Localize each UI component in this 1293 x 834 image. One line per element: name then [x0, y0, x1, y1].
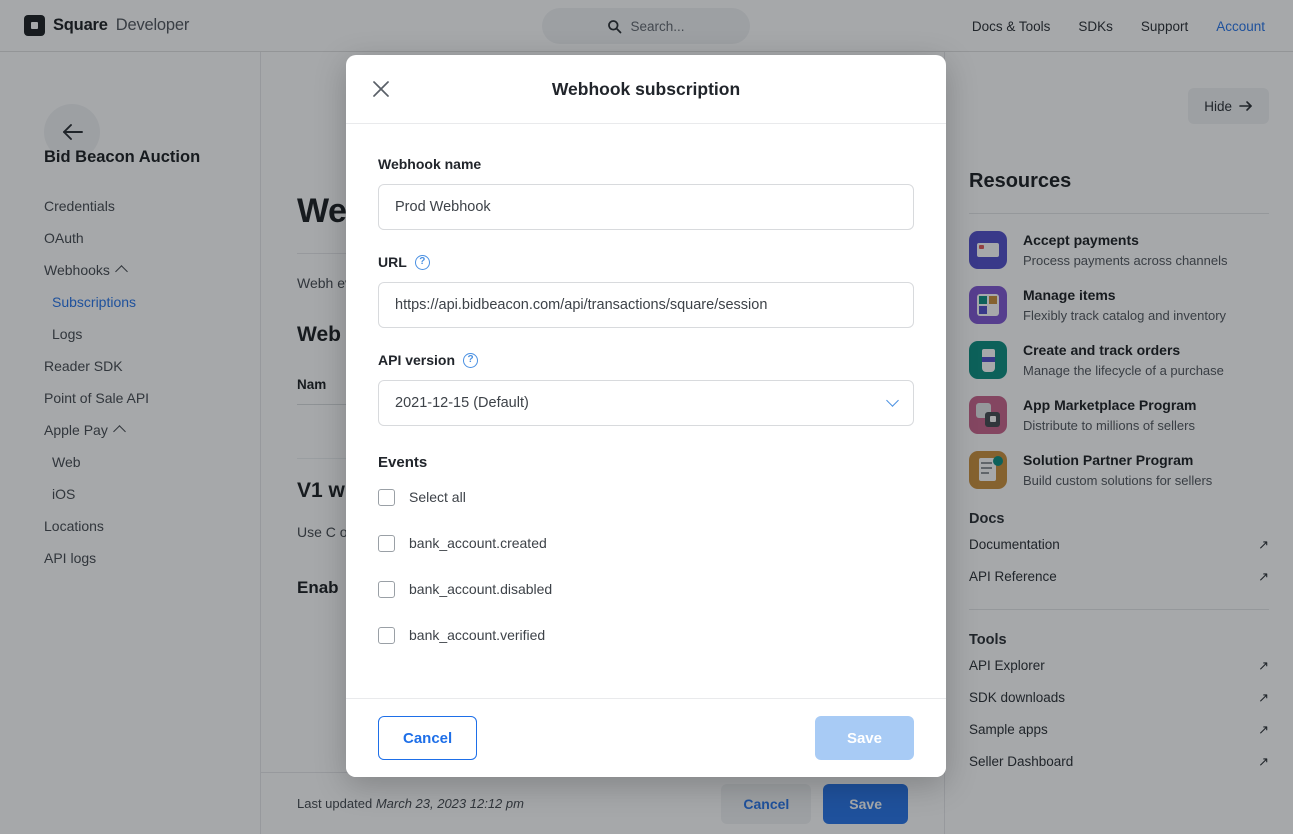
close-button[interactable] [368, 76, 394, 102]
dialog-cancel-button[interactable]: Cancel [378, 716, 478, 760]
checkbox-icon[interactable] [378, 580, 395, 598]
help-circle-icon[interactable]: ? [463, 352, 479, 368]
event-select-all[interactable]: Select all [378, 477, 914, 517]
api-version-label: API version ? [378, 352, 914, 368]
dialog-header: Webhook subscription [346, 55, 946, 124]
url-input[interactable]: https://api.bidbeacon.com/api/transactio… [378, 282, 914, 328]
event-label: bank_account.created [409, 535, 547, 551]
event-bank-account-created[interactable]: bank_account.created [378, 523, 914, 563]
dialog-footer: Cancel Save [346, 698, 946, 777]
webhook-name-label-text: Webhook name [378, 156, 482, 172]
webhook-subscription-dialog: Webhook subscription Webhook name Prod W… [346, 55, 946, 777]
checkbox-icon[interactable] [378, 534, 395, 552]
event-label: bank_account.disabled [409, 581, 553, 597]
dialog-body: Webhook name Prod Webhook URL ? https://… [346, 124, 946, 698]
event-bank-account-verified[interactable]: bank_account.verified [378, 615, 914, 655]
dialog-save-button[interactable]: Save [814, 716, 914, 760]
webhook-name-label: Webhook name [378, 156, 914, 172]
event-bank-account-disabled[interactable]: bank_account.disabled [378, 569, 914, 609]
event-label: bank_account.verified [409, 627, 546, 643]
checkbox-icon[interactable] [378, 488, 395, 506]
dialog-title: Webhook subscription [551, 78, 741, 99]
webhook-name-input[interactable]: Prod Webhook [378, 184, 914, 230]
event-label: Select all [409, 489, 466, 505]
app-root: Square Developer Search... Docs & Tools … [0, 0, 1293, 834]
api-version-value: 2021-12-15 (Default) [395, 395, 529, 411]
close-icon [373, 81, 389, 97]
url-label: URL ? [378, 254, 914, 270]
api-version-select[interactable]: 2021-12-15 (Default) [378, 380, 914, 426]
chevron-down-icon [886, 394, 899, 407]
url-label-text: URL [378, 254, 407, 270]
help-circle-icon[interactable]: ? [414, 254, 430, 270]
checkbox-icon[interactable] [378, 626, 395, 644]
events-label: Events [378, 454, 428, 471]
url-value: https://api.bidbeacon.com/api/transactio… [395, 297, 768, 313]
webhook-name-value: Prod Webhook [395, 199, 491, 215]
api-version-label-text: API version [378, 352, 456, 368]
